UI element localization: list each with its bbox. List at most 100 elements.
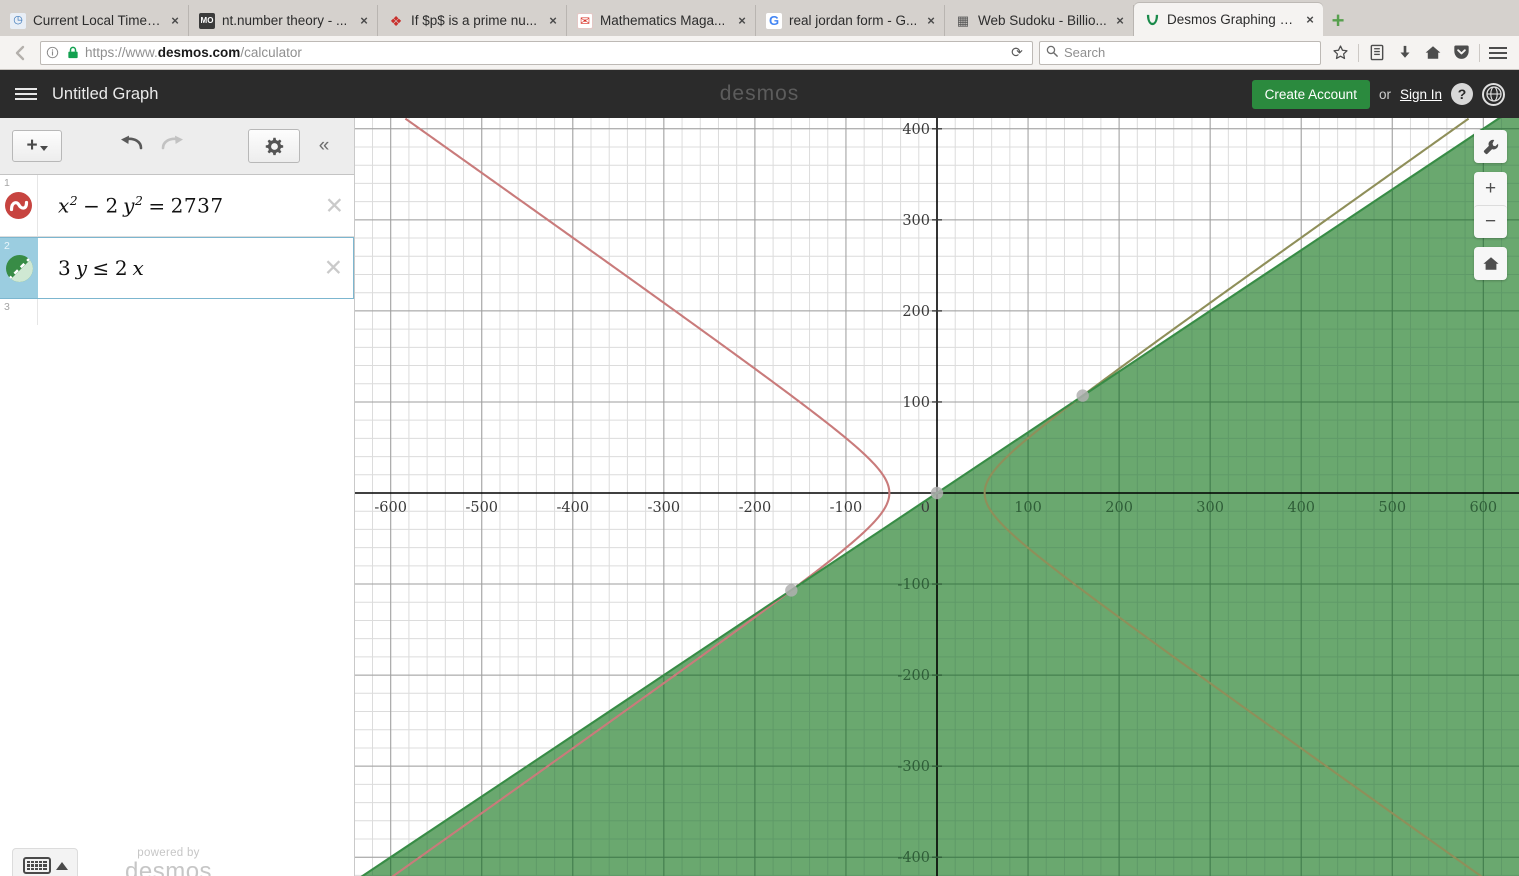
page-title[interactable]: Untitled Graph [52,85,158,104]
url-path: /calculator [240,45,302,60]
search-bar[interactable]: Search [1039,40,1321,65]
keyboard-bar: powered by desmos [0,833,355,876]
gear-icon[interactable] [248,129,300,163]
header-actions: Create Account or Sign In ? [1251,79,1505,109]
powered-by-desmos: powered by desmos [125,847,212,876]
hamburger-menu-icon[interactable] [0,70,52,118]
tab-strip: ◷ Current Local Time i... × MO nt.number… [0,0,1519,36]
caret-up-icon [55,861,68,870]
search-input[interactable]: Search [1064,45,1105,60]
url-bar[interactable]: https://www.desmos.com/calculator ⟳ [40,40,1033,65]
expression-index-cell: 3 [0,299,38,325]
row-number: 3 [4,301,10,313]
search-icon [1046,44,1058,62]
svg-text:-400: -400 [897,850,930,866]
redo-arrow-icon[interactable] [160,134,186,158]
tab-close-button[interactable]: × [1113,13,1127,28]
expression-content[interactable] [38,299,354,325]
add-expression-label: + [26,135,38,156]
browser-tab-1[interactable]: MO nt.number theory - ... × [189,5,378,36]
browser-toolbar-icons [1327,40,1511,66]
url-text: https://www.desmos.com/calculator [85,45,1001,60]
graph-svg: -600 -500 -400 -300 -200 -100 0 100 200 300 400 500… [355,118,1519,876]
implicit-curve-icon[interactable] [5,192,32,219]
svg-text:100: 100 [1014,500,1042,516]
tab-close-button[interactable]: × [168,13,182,28]
expression-panel: + « 1 x2 − 2 y2 = 2737 ✕ 2 3 y ≤ 2 x ✕ 3… [0,118,355,876]
expression-row-2[interactable]: 2 3 y ≤2 x ✕ [0,237,354,299]
expression-row-1[interactable]: 1 x2−2 y2 = 2737 ✕ [0,175,354,237]
new-tab-button[interactable]: + [1323,5,1353,36]
expression-row-3[interactable]: 3 [0,299,354,325]
sign-in-link[interactable]: Sign In [1400,87,1442,102]
url-scheme: https://www. [85,45,158,60]
keyboard-icon [22,857,51,874]
wordmark-text: desmos [719,82,800,105]
svg-text:-300: -300 [648,500,681,516]
tab-close-button[interactable]: × [546,13,560,28]
browser-tab-2[interactable]: ❖ If $p$ is a prime nu... × [378,5,567,36]
wrench-icon[interactable] [1474,130,1507,163]
add-expression-button[interactable]: + [12,130,62,162]
bookmark-star-icon[interactable] [1327,40,1353,66]
desmos-header: Untitled Graph desmos Create Account or … [0,70,1519,118]
pocket-icon[interactable] [1448,40,1474,66]
svg-text:-600: -600 [374,500,407,516]
browser-tab-6-active[interactable]: Desmos Graphing C... × [1134,3,1323,36]
library-icon[interactable] [1364,40,1390,66]
zoom-out-button[interactable]: − [1474,205,1507,238]
navigation-toolbar: https://www.desmos.com/calculator ⟳ Sear… [0,36,1519,70]
globe-icon[interactable] [1482,82,1505,106]
expression-content[interactable]: 3 y ≤2 x ✕ [38,238,353,298]
home-icon[interactable] [1474,247,1507,280]
reload-button[interactable]: ⟳ [1006,44,1028,61]
page-info-icon[interactable] [45,46,60,59]
undo-redo-group [118,134,186,158]
tab-close-button[interactable]: × [357,13,371,28]
graph-tools: + − [1474,130,1507,280]
tab-label: Current Local Time i... [33,13,164,28]
zoom-in-button[interactable]: + [1474,172,1507,205]
create-account-button[interactable]: Create Account [1251,79,1370,109]
collapse-panel-button[interactable]: « [306,129,342,163]
keyboard-toggle-button[interactable] [12,847,78,876]
inequality-shading-icon[interactable] [5,254,33,282]
browser-tab-0[interactable]: ◷ Current Local Time i... × [0,5,189,36]
svg-text:-100: -100 [830,500,863,516]
delete-expression-button[interactable]: ✕ [325,194,344,217]
tab-label: Desmos Graphing C... [1167,12,1299,27]
svg-text:-400: -400 [557,500,590,516]
svg-text:200: 200 [1105,500,1133,516]
downloads-icon[interactable] [1392,40,1418,66]
tab-close-button[interactable]: × [735,13,749,28]
sudoku-grid-icon: ▦ [956,13,970,28]
expression-content[interactable]: x2−2 y2 = 2737 ✕ [38,175,354,236]
tab-close-button[interactable]: × [924,13,938,28]
menu-icon[interactable] [1485,40,1511,66]
tab-close-button[interactable]: × [1303,12,1317,27]
svg-text:100: 100 [902,395,930,411]
desmos-body: -600 -500 -400 -300 -200 -100 0 100 200 300 400 500… [0,118,1519,876]
graph-canvas[interactable]: -600 -500 -400 -300 -200 -100 0 100 200 300 400 500… [355,118,1519,876]
mathoverflow-icon: MO [199,12,215,29]
browser-tab-5[interactable]: ▦ Web Sudoku - Billio... × [945,5,1134,36]
home-icon[interactable] [1420,40,1446,66]
back-arrow-icon[interactable] [8,40,34,66]
svg-text:300: 300 [1196,500,1224,516]
help-button[interactable]: ? [1451,83,1473,105]
browser-tab-4[interactable]: G real jordan form - G... × [756,5,945,36]
undo-arrow-icon[interactable] [118,134,144,158]
desmos-icon [1144,12,1160,28]
expression-math-1: x2−2 y2 = 2737 [58,193,224,218]
delete-expression-button[interactable]: ✕ [324,256,343,280]
expression-index-cell: 2 [0,238,38,298]
svg-text:-200: -200 [897,668,930,684]
browser-tab-3[interactable]: ✉ Mathematics Maga... × [567,5,756,36]
google-icon: G [766,12,782,29]
desmos-brand-label: desmos [125,857,213,876]
row-number: 1 [4,177,10,189]
stackexchange-icon: ❖ [389,12,403,29]
svg-text:500: 500 [1378,500,1406,516]
expression-index-cell: 1 [0,175,38,236]
svg-text:600: 600 [1469,500,1497,516]
